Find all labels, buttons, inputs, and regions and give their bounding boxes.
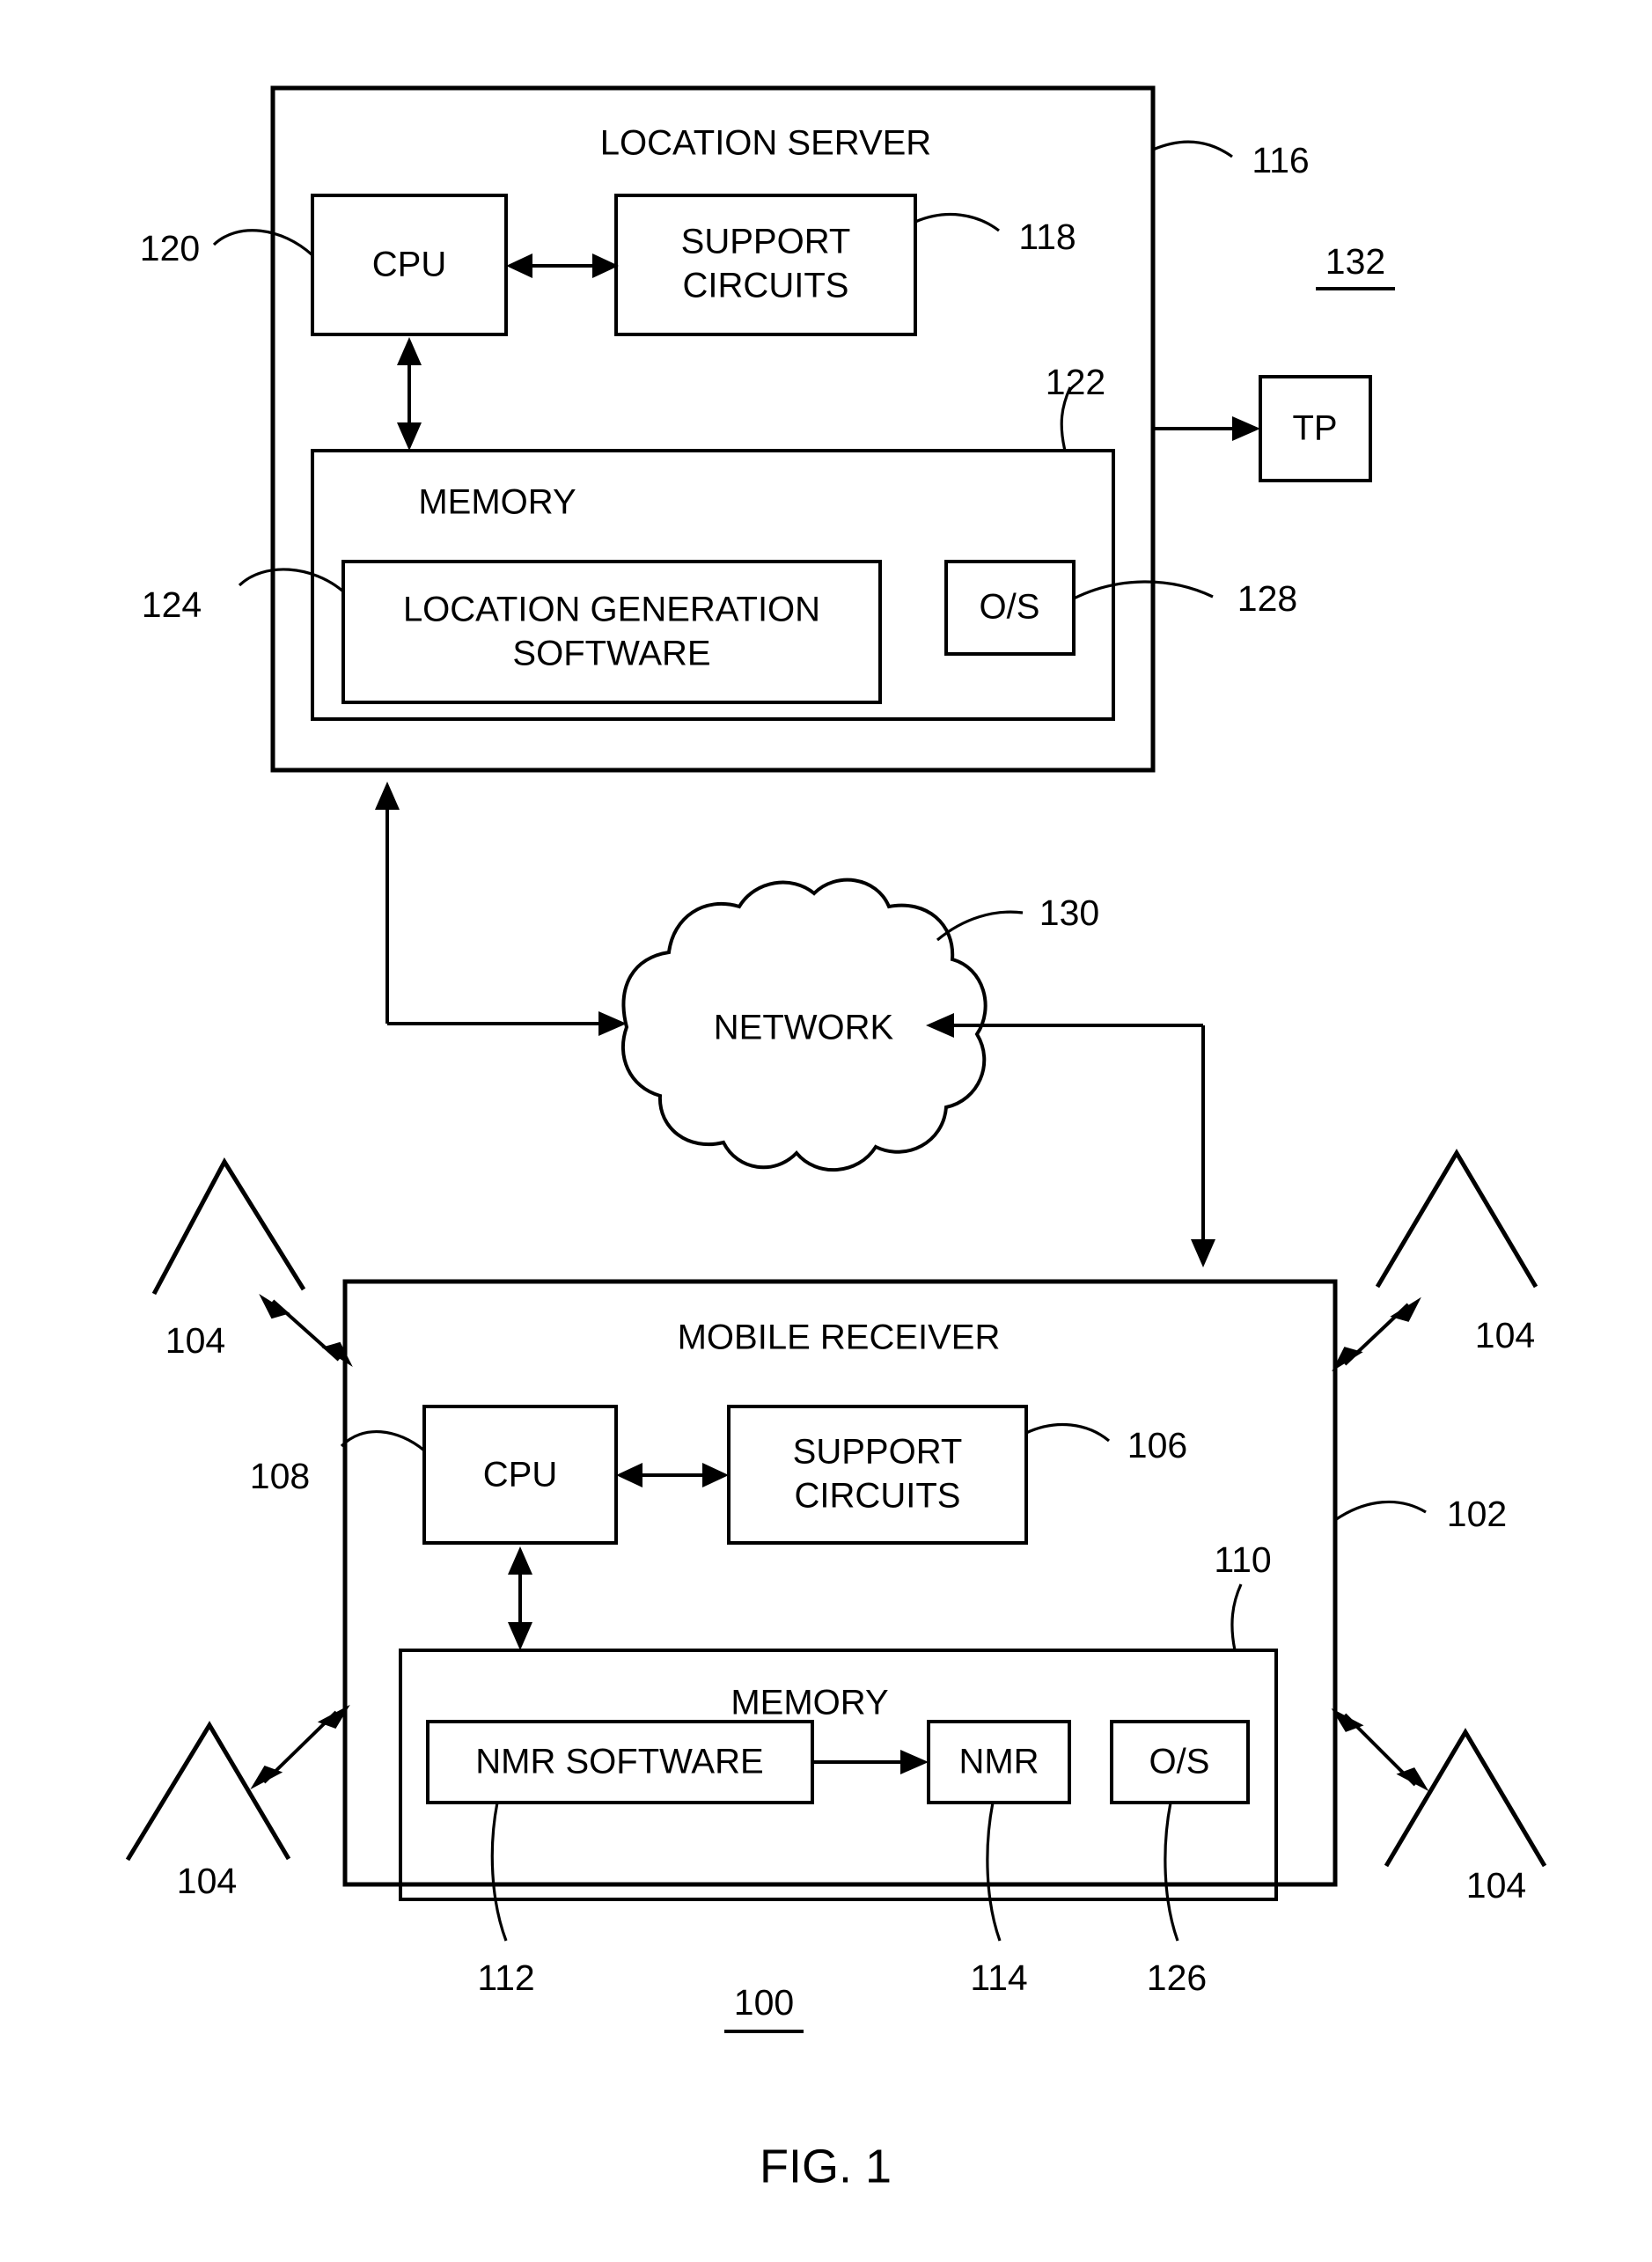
location-server-cpu-label: CPU (372, 246, 446, 284)
ref-104-bottom-right-label: 104 (1466, 1865, 1526, 1906)
ref-104-top-right-label: 104 (1475, 1315, 1535, 1355)
cpu-memory-arrow-mobile (508, 1546, 532, 1650)
nmr-label: NMR (958, 1743, 1039, 1781)
nmr-software-to-nmr-arrow (812, 1750, 929, 1774)
mobile-receiver-support-circuits-line2: CIRCUITS (795, 1477, 961, 1516)
ref-102-leader (1334, 1500, 1427, 1522)
mobile-receiver-support-circuits-box (727, 1405, 1028, 1545)
ref-114-leader (986, 1802, 1002, 1942)
network-label: NETWORK (714, 1009, 894, 1047)
ref-126-leader (1164, 1802, 1179, 1942)
ref-124-leader (238, 568, 345, 593)
ref-108-leader (340, 1429, 426, 1452)
antenna-bottom-right-link-arrow (1331, 1708, 1429, 1792)
location-server-support-circuits-line2: CIRCUITS (683, 267, 849, 305)
ref-116-label: 116 (1252, 140, 1309, 180)
ref-102-label: 102 (1447, 1494, 1507, 1534)
ref-120-label: 120 (140, 228, 200, 268)
ref-106-leader (1025, 1422, 1111, 1443)
mobile-receiver-memory-label: MEMORY (731, 1684, 888, 1722)
location-generation-software-box (341, 560, 882, 704)
cpu-support-arrow-mobile (616, 1463, 729, 1487)
ref-100-label: 100 (734, 1982, 794, 2023)
antenna-bottom-left-icon (125, 1721, 291, 1862)
ref-128-label: 128 (1237, 578, 1297, 619)
cpu-memory-arrow-server (397, 337, 422, 451)
location-server-support-circuits-box (614, 194, 917, 336)
server-to-tp-arrow (1153, 416, 1260, 441)
figure-caption: FIG. 1 (760, 2140, 892, 2192)
tp-label: TP (1292, 409, 1337, 448)
ref-116-leader (1152, 140, 1233, 158)
antenna-top-right-link-arrow (1332, 1296, 1421, 1372)
location-generation-software-line2: SOFTWARE (512, 635, 710, 673)
location-generation-software-line1: LOCATION GENERATION (403, 591, 820, 629)
figure-1-diagram: LOCATION SERVER 116 132 CPU 120 SUPPORT … (125, 85, 1547, 2192)
mobile-receiver-support-circuits-line1: SUPPORT (793, 1433, 963, 1472)
ref-128-leader (1073, 580, 1214, 600)
ref-110-label: 110 (1214, 1539, 1271, 1580)
ref-106-label: 106 (1127, 1425, 1187, 1465)
location-server-support-circuits-line1: SUPPORT (681, 223, 851, 261)
ref-130-label: 130 (1039, 892, 1099, 933)
antenna-top-right-icon (1375, 1149, 1538, 1289)
ref-120-leader (212, 229, 314, 257)
ref-122-label: 122 (1046, 362, 1105, 402)
ref-108-label: 108 (250, 1456, 310, 1496)
ref-118-leader (914, 212, 1000, 232)
ref-104-bottom-left-label: 104 (177, 1861, 237, 1901)
ref-110-leader (1230, 1583, 1243, 1651)
ref-104-top-left-label: 104 (165, 1320, 225, 1361)
ref-114-label: 114 (970, 1957, 1027, 1998)
mobile-receiver-title: MOBILE RECEIVER (678, 1318, 1001, 1357)
location-server-title: LOCATION SERVER (600, 124, 931, 163)
location-server-memory-label: MEMORY (418, 483, 576, 522)
ref-132-label: 132 (1325, 241, 1385, 282)
cpu-support-arrow-server (506, 253, 619, 278)
ref-124-label: 124 (142, 584, 202, 625)
nmr-software-label: NMR SOFTWARE (475, 1743, 763, 1781)
ref-126-label: 126 (1147, 1957, 1207, 1998)
antenna-bottom-right-icon (1384, 1728, 1547, 1868)
ref-112-leader (490, 1802, 508, 1942)
server-network-connection (375, 782, 627, 1036)
location-server-os-label: O/S (980, 588, 1040, 627)
mobile-receiver-cpu-label: CPU (483, 1456, 557, 1495)
antenna-bottom-left-link-arrow (250, 1704, 350, 1790)
mobile-receiver-os-label: O/S (1149, 1743, 1210, 1781)
ref-118-label: 118 (1018, 217, 1076, 257)
mobile-receiver-box (342, 1279, 1338, 1887)
patent-figure-page: LOCATION SERVER 116 132 CPU 120 SUPPORT … (0, 0, 1652, 2262)
antenna-top-left-icon (151, 1157, 306, 1296)
antenna-top-left-link-arrow (259, 1294, 353, 1367)
ref-112-label: 112 (477, 1957, 534, 1998)
